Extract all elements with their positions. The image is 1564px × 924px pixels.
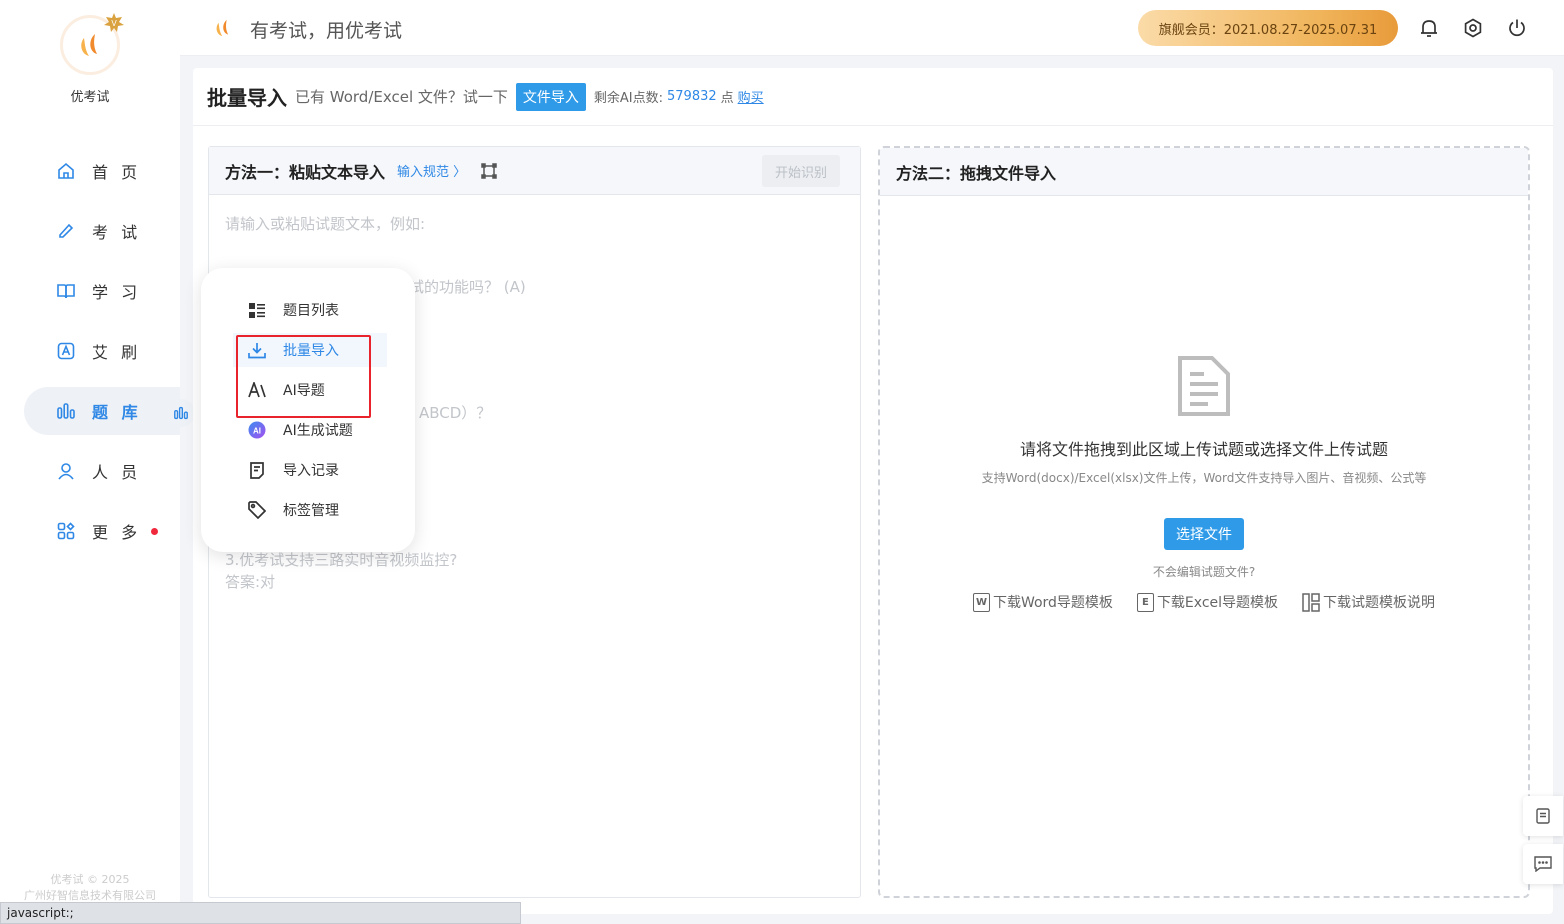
buy-link[interactable]: 购买 [738, 87, 764, 106]
home-icon [56, 161, 76, 181]
logo-text: 优考试 [70, 90, 110, 105]
download-excel-template-link[interactable]: E 下载Excel导题模板 [1136, 592, 1279, 612]
power-icon[interactable] [1506, 17, 1528, 39]
ai-points-value: 579832 [667, 89, 717, 104]
sidebar-item-label: 更 多 [92, 523, 142, 542]
placeholder-line: 请输入或粘贴试题文本，例如: [225, 215, 426, 233]
sidebar-item-study[interactable]: 学 习 [24, 267, 180, 315]
svg-text:AI: AI [253, 427, 261, 436]
ai-points-label: 剩余AI点数: [593, 91, 663, 106]
placeholder-line: 答案:对 [225, 573, 276, 591]
menu-item-label: 题目列表 [283, 303, 339, 319]
word-file-icon: W [972, 592, 990, 612]
menu-item-label: 导入记录 [283, 463, 339, 479]
sidebar-item-label: 人 员 [92, 463, 142, 482]
a-square-icon [56, 341, 76, 361]
placeholder-line: 3.优考试支持三路实时音视频监控? [225, 551, 458, 569]
paste-card-header: 方法一：粘贴文本导入 输入规范 〉 开始识别 [209, 147, 860, 195]
book-icon [56, 281, 76, 301]
topbar: 有考试，用优考试 旗舰会员：2021.08.27-2025.07.31 [180, 0, 1564, 56]
start-recognize-button[interactable]: 开始识别 [762, 155, 840, 187]
sidebar-footer: 优考试 © 2025 广州好智信息技术有限公司 [0, 872, 180, 904]
chat-icon [1534, 856, 1552, 872]
vip-badge[interactable]: 旗舰会员：2021.08.27-2025.07.31 [1138, 10, 1398, 46]
menu-item-label: AI导题 [283, 383, 325, 399]
page-hint: 已有 Word/Excel 文件？试一下 [295, 88, 508, 106]
menu-item-label: AI生成试题 [283, 423, 353, 439]
browser-status-bar: javascript:; [0, 902, 521, 924]
sidebar-item-label: 题 库 [92, 403, 142, 422]
ai-points-unit: 点 [720, 91, 734, 106]
ai-text-icon [247, 380, 267, 400]
input-spec-link[interactable]: 输入规范 〉 [397, 161, 466, 180]
sidebar-item-label: 首 页 [92, 163, 142, 182]
sidebar-item-label: 学 习 [92, 283, 142, 302]
list-icon [247, 300, 267, 320]
chat-float-button[interactable] [1523, 844, 1563, 884]
sidebar-item-question-bank[interactable]: 题 库 [24, 387, 180, 435]
copyright-text: 优考试 © 2025 [50, 873, 130, 886]
download-template-guide-link[interactable]: 下载试题模板说明 [1302, 592, 1435, 612]
apps-icon [56, 521, 76, 541]
record-icon [247, 460, 267, 480]
placeholder-line: ABCD）？ [419, 404, 492, 422]
drop-zone-subtitle: 支持Word(docx)/Excel(xlsx)文件上传，Word文件支持导入图… [981, 471, 1427, 485]
file-import-button[interactable]: 文件导入 [515, 82, 586, 111]
sidebar-item-aishua[interactable]: 艾 刷 [24, 327, 180, 375]
menu-item-question-list[interactable]: 题目列表 [233, 293, 387, 327]
choose-file-button[interactable]: 选择文件 [1164, 518, 1244, 550]
menu-item-tag-management[interactable]: 标签管理 [233, 493, 387, 527]
sidebar-item-more[interactable]: 更 多 [24, 507, 180, 555]
menu-item-label: 批量导入 [283, 343, 339, 359]
svg-text:V: V [111, 19, 117, 28]
fullscreen-icon[interactable] [480, 162, 498, 180]
menu-item-import-records[interactable]: 导入记录 [233, 453, 387, 487]
logo-mark-icon [81, 34, 97, 56]
question-bank-dropdown: 题目列表 批量导入 AI导题 AI AI生成试题 导入记录 标签管理 [201, 268, 415, 552]
download-word-template-link[interactable]: W 下载Word导题模板 [972, 592, 1113, 612]
document-icon [1178, 356, 1230, 416]
gear-icon[interactable] [1462, 17, 1484, 39]
sidebar-item-users[interactable]: 人 员 [24, 447, 180, 495]
notification-dot [151, 527, 159, 535]
download-link-label: 下载试题模板说明 [1323, 595, 1436, 611]
layout-icon [1302, 592, 1320, 612]
tag-icon [247, 500, 267, 520]
sidebar-item-label: 艾 刷 [92, 343, 142, 362]
drag-card-header: 方法二：拖拽文件导入 [880, 148, 1528, 196]
vip-badge-icon: V [104, 13, 124, 32]
user-icon [56, 461, 76, 481]
method1-title: 方法一：粘贴文本导入 [225, 162, 386, 182]
page-header: 批量导入 已有 Word/Excel 文件？试一下 文件导入 剩余AI点数: 5… [193, 68, 1553, 126]
method2-title: 方法二：拖拽文件导入 [896, 163, 1057, 183]
drop-zone-title: 请将文件拖拽到此区域上传试题或选择文件上传试题 [1019, 440, 1388, 459]
notes-icon [1536, 808, 1550, 824]
download-link-label: 下载Word导题模板 [992, 595, 1113, 611]
menu-item-ai-generate[interactable]: AI AI生成试题 [233, 413, 387, 447]
no-edit-hint: 不会编辑试题文件? [1152, 565, 1256, 579]
question-bank-float-icon[interactable] [167, 399, 195, 427]
menu-item-label: 标签管理 [283, 503, 339, 519]
slogan: 有考试，用优考试 [250, 20, 403, 42]
excel-file-icon: E [1136, 592, 1154, 612]
download-link-label: 下载Excel导题模板 [1156, 595, 1279, 611]
bar-chart-icon [56, 401, 76, 421]
sidebar-item-exam[interactable]: 考 试 [24, 207, 180, 255]
sidebar-item-home[interactable]: 首 页 [24, 147, 180, 195]
download-icon [247, 340, 267, 360]
drag-file-card[interactable]: 方法二：拖拽文件导入 请将文件拖拽到此区域上传试题或选择文件上传试题 支持Wor… [878, 146, 1530, 898]
pencil-icon [56, 221, 76, 241]
notes-float-button[interactable] [1523, 796, 1563, 836]
menu-item-batch-import[interactable]: 批量导入 [233, 333, 387, 367]
download-links: W 下载Word导题模板 E 下载Excel导题模板 下载试题模板说明 [880, 592, 1528, 612]
bell-icon[interactable] [1418, 17, 1440, 39]
topbar-logo-icon [212, 16, 234, 44]
ai-badge-icon: AI [247, 420, 267, 440]
sidebar: V 优考试 首 页 考 试 学 习 艾 刷 题 库 人 员 更 多 优考试 © … [0, 0, 180, 924]
sidebar-item-label: 考 试 [92, 223, 142, 242]
logo[interactable]: V [60, 13, 124, 75]
menu-item-ai-import[interactable]: AI导题 [233, 373, 387, 407]
placeholder-line: 试的功能吗？ (A) [409, 278, 526, 296]
page-title: 批量导入 [207, 86, 287, 110]
